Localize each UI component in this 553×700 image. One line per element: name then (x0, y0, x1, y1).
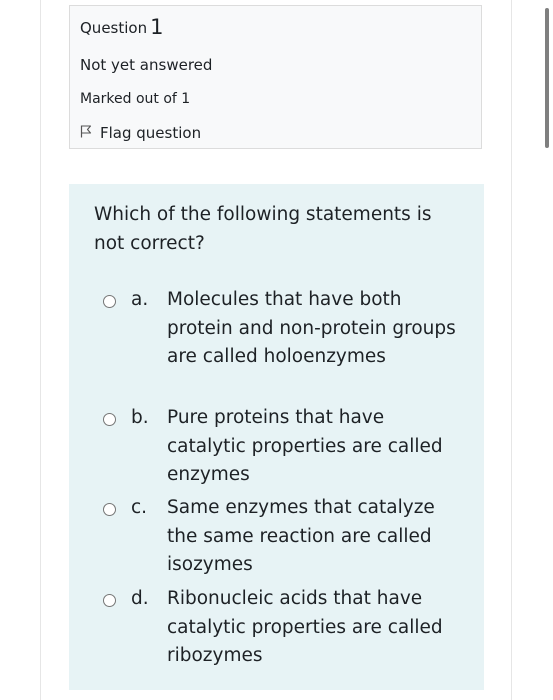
answer-letter: a. (131, 289, 149, 310)
answer-option-b[interactable]: b. Pure proteins that have catalytic pro… (103, 404, 463, 490)
page-border-right (511, 0, 512, 700)
answer-letter: d. (131, 588, 149, 609)
answer-text: Ribonucleic acids that have catalytic pr… (167, 588, 443, 666)
question-heading: Question 1 (80, 16, 163, 39)
answer-letter: b. (131, 407, 149, 428)
page-border-left (40, 0, 41, 700)
answer-text: Molecules that have both protein and non… (167, 289, 456, 367)
answer-option-c[interactable]: c. Same enzymes that catalyze the same r… (103, 494, 463, 580)
flag-icon (80, 122, 100, 144)
question-grade: Marked out of 1 (80, 91, 191, 107)
radio-button[interactable] (103, 594, 116, 607)
answer-letter: c. (131, 497, 148, 518)
question-content: Which of the following statements is not… (69, 184, 484, 690)
question-state: Not yet answered (80, 56, 213, 74)
answer-option-a[interactable]: a. Molecules that have both protein and … (103, 286, 463, 372)
answer-text: Same enzymes that catalyze the same reac… (167, 497, 435, 575)
question-info-panel: Question 1 Not yet answered Marked out of… (69, 5, 482, 149)
answer-text: Pure proteins that have catalytic proper… (167, 407, 443, 485)
flag-question-label: Flag question (100, 124, 202, 142)
answer-option-d[interactable]: d. Ribonucleic acids that have catalytic… (103, 585, 463, 671)
question-number: 1 (150, 15, 164, 39)
scrollbar[interactable] (545, 8, 549, 148)
question-label: Question (80, 19, 148, 37)
radio-button[interactable] (103, 503, 116, 516)
radio-button[interactable] (103, 295, 116, 308)
question-text: Which of the following statements is not… (94, 204, 432, 254)
radio-button[interactable] (103, 413, 116, 426)
flag-question-link[interactable]: Flag question (80, 122, 201, 144)
